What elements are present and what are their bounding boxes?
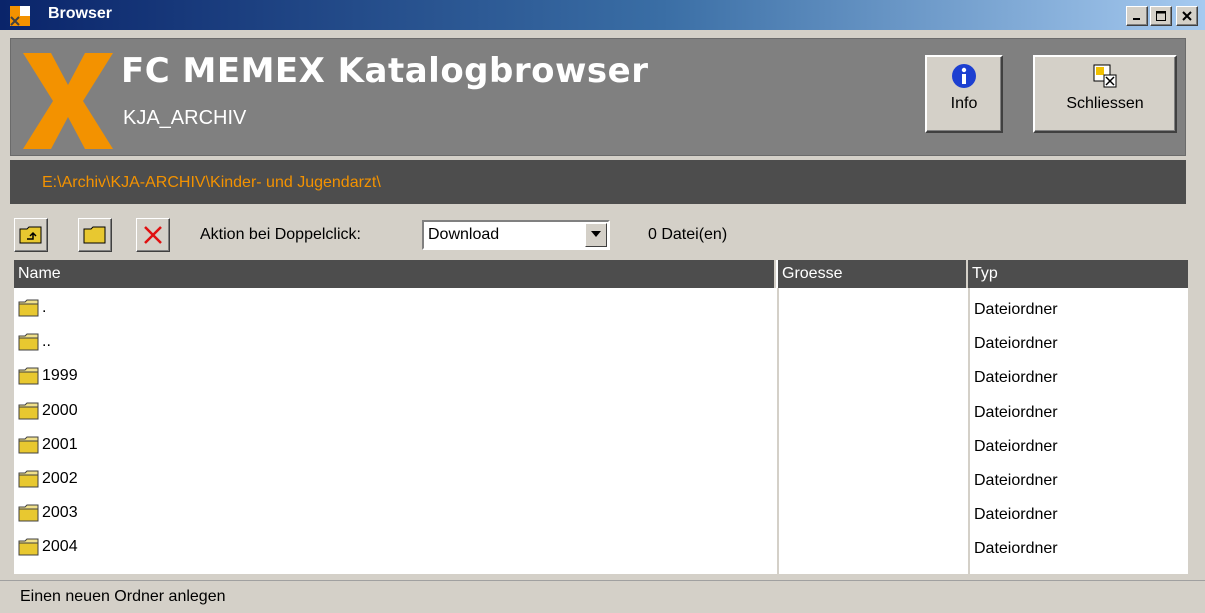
delete-icon xyxy=(144,226,162,244)
memex-logo-icon xyxy=(23,53,113,149)
file-name-cell: 1999 xyxy=(18,367,78,385)
column-header-type[interactable]: Typ xyxy=(968,260,1188,288)
folder-up-icon xyxy=(19,226,42,244)
status-bar: Einen neuen Ordner anlegen xyxy=(0,580,1205,613)
folder-icon xyxy=(18,402,39,420)
delete-button[interactable] xyxy=(136,218,170,252)
folder-icon xyxy=(18,299,39,317)
file-name-cell: 2002 xyxy=(18,470,78,488)
file-name-cell: .. xyxy=(18,333,51,351)
file-name: 2002 xyxy=(42,470,78,487)
file-type: Dateiordner xyxy=(974,506,1058,524)
window-title: Browser xyxy=(48,5,113,22)
table-row[interactable]: 2001 Dateiordner xyxy=(14,429,1188,463)
close-window-icon xyxy=(1093,64,1117,88)
file-type: Dateiordner xyxy=(974,540,1058,558)
status-message: Einen neuen Ordner anlegen xyxy=(20,588,226,605)
file-type: Dateiordner xyxy=(974,369,1058,387)
table-row[interactable]: 2003 Dateiordner xyxy=(14,497,1188,531)
folder-icon xyxy=(18,470,39,488)
app-icon xyxy=(10,6,30,26)
doubleclick-action-value: Download xyxy=(428,226,500,243)
current-path: E:\Archiv\KJA-ARCHIV\Kinder- und Jugenda… xyxy=(42,174,381,191)
minimize-icon xyxy=(1133,18,1140,20)
new-folder-icon xyxy=(83,226,106,244)
header-banner: FC MEMEX Katalogbrowser KJA_ARCHIV Info … xyxy=(10,38,1186,156)
file-type: Dateiordner xyxy=(974,301,1058,318)
info-label: Info xyxy=(950,95,978,112)
file-name-cell: 2004 xyxy=(18,538,78,556)
table-row[interactable]: .. Dateiordner xyxy=(14,326,1188,360)
info-button[interactable]: Info xyxy=(925,55,1003,133)
file-name-cell: . xyxy=(18,299,46,317)
column-header-name[interactable]: Name xyxy=(14,260,776,288)
table-row[interactable]: 1999 Dateiordner xyxy=(14,360,1188,394)
file-name: .. xyxy=(42,333,51,351)
table-row[interactable]: . Dateiordner xyxy=(14,292,1188,326)
maximize-button[interactable] xyxy=(1150,6,1172,26)
file-type: Dateiordner xyxy=(974,403,1058,421)
file-name-cell: 2001 xyxy=(18,436,78,454)
folder-icon xyxy=(18,504,39,522)
close-window-button[interactable] xyxy=(1176,6,1198,26)
column-header-size[interactable]: Groesse xyxy=(778,260,968,288)
close-icon xyxy=(1182,11,1192,21)
chevron-down-icon xyxy=(591,231,601,237)
close-browser-button[interactable]: Schliessen xyxy=(1033,55,1177,133)
file-name: 2003 xyxy=(42,504,78,522)
info-icon xyxy=(952,64,976,88)
table-row[interactable]: 2000 Dateiordner xyxy=(14,395,1188,429)
path-bar: E:\Archiv\KJA-ARCHIV\Kinder- und Jugenda… xyxy=(10,160,1186,204)
file-name: 2000 xyxy=(42,401,78,419)
folder-icon xyxy=(18,436,39,454)
doubleclick-action-label: Aktion bei Doppelclick: xyxy=(200,226,361,243)
maximize-icon xyxy=(1156,11,1166,21)
folder-icon xyxy=(18,538,39,556)
file-name-cell: 2000 xyxy=(18,402,78,420)
file-name-cell: 2003 xyxy=(18,504,78,522)
file-type: Dateiordner xyxy=(974,437,1058,455)
folder-icon xyxy=(18,333,39,351)
toolbar: Aktion bei Doppelclick: Download 0 Datei… xyxy=(10,208,1186,260)
file-name: 2004 xyxy=(42,538,78,556)
file-name: 2001 xyxy=(42,435,78,453)
minimize-button[interactable] xyxy=(1126,6,1148,26)
title-bar[interactable]: Browser xyxy=(0,0,1205,30)
table-row[interactable]: 2004 Dateiordner xyxy=(14,531,1188,565)
close-label: Schliessen xyxy=(1066,95,1144,112)
file-type: Dateiordner xyxy=(974,335,1058,353)
file-name: . xyxy=(42,299,47,316)
doubleclick-action-select[interactable]: Download xyxy=(422,220,610,250)
folder-icon xyxy=(18,367,39,385)
folder-up-button[interactable] xyxy=(14,218,48,252)
new-folder-button[interactable] xyxy=(78,218,112,252)
dropdown-button[interactable] xyxy=(585,223,607,247)
file-name: 1999 xyxy=(42,367,78,385)
file-list[interactable]: Name Groesse Typ . Dateiordner.. Dateiordn… xyxy=(14,260,1188,574)
table-row[interactable]: 2002 Dateiordner xyxy=(14,463,1188,497)
file-count: 0 Datei(en) xyxy=(648,226,728,243)
archive-name: KJA_ARCHIV xyxy=(123,107,247,129)
app-title: FC MEMEX Katalogbrowser xyxy=(121,51,649,91)
file-type: Dateiordner xyxy=(974,472,1058,489)
